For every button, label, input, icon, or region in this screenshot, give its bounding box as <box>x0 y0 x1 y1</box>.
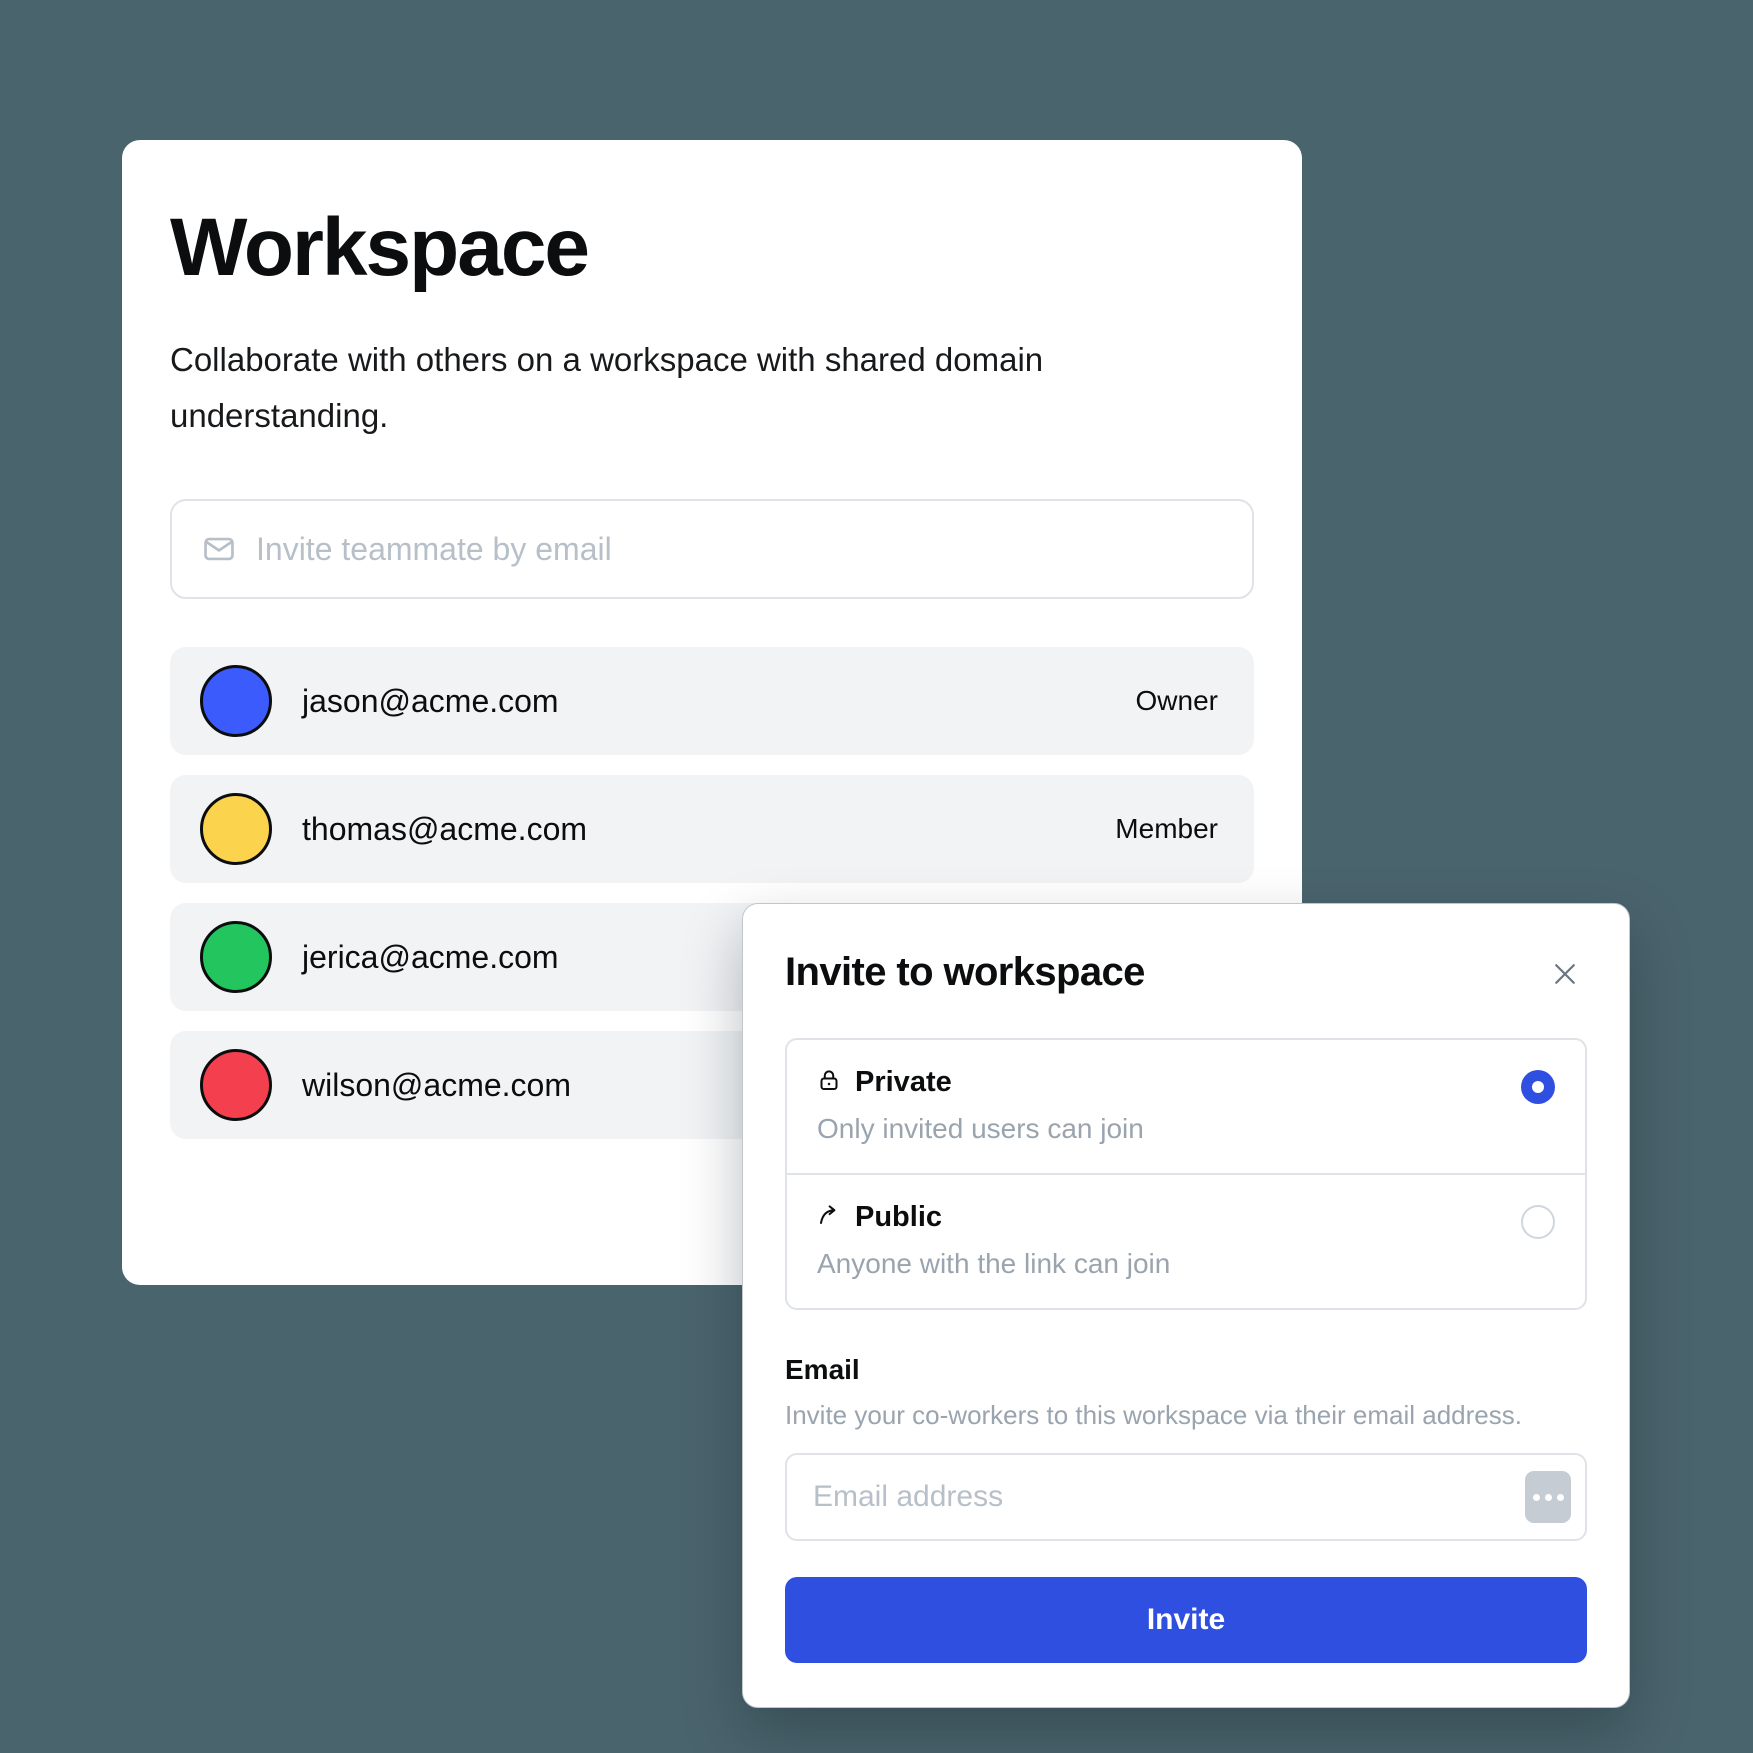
radio-private[interactable] <box>1521 1070 1555 1104</box>
invite-teammate-input[interactable]: Invite teammate by email <box>170 499 1254 600</box>
close-button[interactable] <box>1543 954 1587 998</box>
mail-icon <box>202 532 236 566</box>
email-address-input[interactable]: Email address <box>785 1453 1587 1541</box>
page-title: Workspace <box>170 202 590 293</box>
close-icon <box>1550 959 1580 994</box>
page-subtitle: Collaborate with others on a workspace w… <box>170 340 1044 435</box>
option-private[interactable]: Private Only invited users can join <box>787 1040 1585 1173</box>
option-public-label: Public <box>855 1201 943 1233</box>
email-section-help: Invite your co-workers to this workspace… <box>785 1400 1522 1430</box>
avatar <box>200 921 272 994</box>
email-address-placeholder: Email address <box>813 1480 1004 1513</box>
member-email: thomas@acme.com <box>302 810 588 847</box>
dot <box>1532 1493 1540 1501</box>
option-private-label: Private <box>855 1066 952 1098</box>
invite-teammate-placeholder: Invite teammate by email <box>256 530 612 567</box>
dot <box>1556 1493 1564 1501</box>
option-private-description: Only invited users can join <box>817 1113 1144 1144</box>
radio-public[interactable] <box>1521 1205 1555 1239</box>
option-public[interactable]: Public Anyone with the link can join <box>787 1173 1585 1308</box>
invite-to-workspace-modal: Invite to workspace Private Only invited… <box>742 903 1630 1708</box>
avatar <box>200 1049 272 1122</box>
invite-submit-button[interactable]: Invite <box>785 1577 1587 1663</box>
option-public-description: Anyone with the link can join <box>817 1248 1171 1279</box>
email-section-label: Email <box>785 1354 860 1385</box>
share-icon <box>817 1203 841 1232</box>
visibility-options: Private Only invited users can join Publ… <box>785 1038 1587 1310</box>
modal-title: Invite to workspace <box>785 950 1145 994</box>
ellipsis-icon[interactable] <box>1525 1471 1571 1523</box>
avatar <box>200 793 272 866</box>
member-email: jason@acme.com <box>302 682 559 719</box>
member-row[interactable]: thomas@acme.com Member <box>170 775 1254 884</box>
member-row[interactable]: jason@acme.com Owner <box>170 647 1254 756</box>
lock-icon <box>817 1068 841 1097</box>
member-role: Member <box>1115 813 1218 845</box>
modal-header: Invite to workspace <box>785 950 1587 998</box>
dot <box>1544 1493 1552 1501</box>
avatar <box>200 665 272 738</box>
member-role: Owner <box>1135 685 1218 717</box>
